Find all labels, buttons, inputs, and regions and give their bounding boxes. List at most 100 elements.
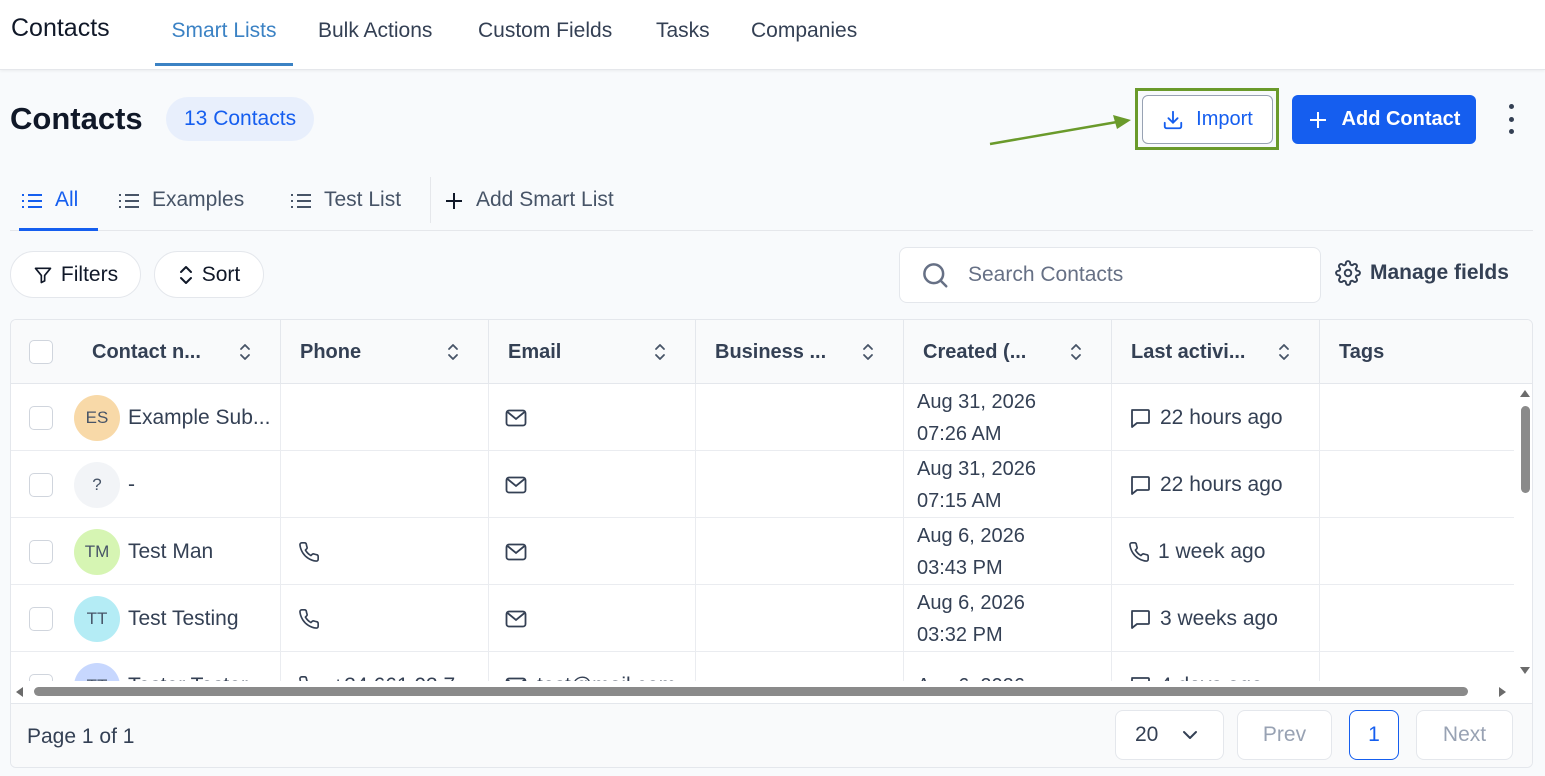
col-last-activity[interactable]: Last activi... (1112, 320, 1320, 384)
per-page-select[interactable]: 20 (1115, 710, 1224, 760)
tab-bulk-actions[interactable]: Bulk Actions (318, 19, 432, 66)
row-checkbox[interactable] (29, 405, 53, 430)
business-cell (696, 451, 904, 518)
next-page-button[interactable]: Next (1416, 710, 1513, 760)
table-row[interactable]: TM Test Man Aug 6, 2026 03:43 PM 1 week ago (11, 518, 1514, 585)
sort-column-button[interactable] (861, 342, 875, 368)
more-options-icon[interactable] (1500, 102, 1522, 136)
business-cell (696, 384, 904, 451)
sort-arrows-icon (448, 344, 458, 360)
phone-icon (299, 541, 319, 562)
chat-icon (1128, 473, 1152, 497)
vertical-scrollbar[interactable] (1516, 388, 1532, 682)
sort-column-button[interactable] (238, 342, 252, 368)
mail-icon[interactable] (505, 610, 527, 628)
sort-column-button[interactable] (446, 342, 460, 368)
contact-name-cell[interactable]: ? - (11, 451, 281, 518)
phone-cell (281, 518, 489, 585)
table-row[interactable]: ? - Aug 31, 2026 07:15 AM 22 hours ago (11, 451, 1514, 518)
table-footer: Page 1 of 1 20 Prev 1 Next (11, 703, 1532, 767)
contact-name[interactable]: - (128, 473, 135, 497)
sort-column-button[interactable] (1069, 342, 1083, 368)
avatar: TM (74, 528, 120, 575)
contact-name[interactable]: Test Man (128, 540, 213, 564)
sort-column-button[interactable] (1277, 342, 1291, 368)
list-tab-label: Examples (152, 188, 245, 211)
filter-icon (34, 267, 52, 283)
search-box[interactable] (899, 247, 1321, 303)
import-button[interactable]: Import (1142, 95, 1273, 144)
chat-icon (1131, 609, 1150, 629)
horizontal-scrollbar[interactable] (11, 681, 1514, 703)
manage-fields-label: Manage fields (1370, 261, 1509, 284)
table-row[interactable]: ES Example Sub... Aug 31, 2026 07:26 AM 22 h… (11, 384, 1514, 451)
select-all-checkbox[interactable] (29, 340, 53, 364)
row-checkbox[interactable] (29, 539, 53, 564)
col-tags[interactable]: Tags (1320, 320, 1532, 384)
list-tab-all[interactable]: All (19, 185, 98, 231)
column-header-label: Tags (1339, 340, 1385, 363)
tags-cell (1320, 518, 1514, 585)
list-tab-label: Test List (324, 188, 402, 211)
column-header-label: Email (508, 340, 562, 363)
filters-button[interactable]: Filters (10, 251, 141, 298)
col-created[interactable]: Created (... (904, 320, 1112, 384)
contact-name[interactable]: Example Sub... (128, 406, 270, 430)
list-icon (291, 194, 311, 208)
smart-list-tabs: All Examples Test List Add Smart List (10, 175, 1533, 231)
add-contact-button[interactable]: Add Contact (1292, 95, 1476, 144)
sort-column-button[interactable] (653, 342, 667, 368)
mail-icon[interactable] (505, 476, 527, 494)
column-header-label: Business ... (715, 340, 827, 363)
chat-icon (1131, 408, 1150, 428)
add-smart-list-button[interactable]: Add Smart List (444, 185, 614, 231)
tab-smart-lists[interactable]: Smart Lists (155, 19, 293, 66)
filters-label: Filters (60, 262, 119, 286)
created-cell: Aug 31, 2026 07:15 AM (904, 451, 1112, 518)
sort-icon (179, 265, 192, 284)
contact-name-cell[interactable]: TM Test Man (11, 518, 281, 585)
email-cell (489, 585, 696, 652)
app-title: Contacts (11, 14, 110, 42)
col-business[interactable]: Business ... (696, 320, 904, 384)
created-cell: Aug 6, 2026 03:43 PM (904, 518, 1112, 585)
contact-name-cell[interactable]: ES Example Sub... (11, 384, 281, 451)
manage-fields-button[interactable]: Manage fields (1335, 260, 1509, 286)
tab-custom-fields[interactable]: Custom Fields (478, 19, 612, 66)
mail-icon[interactable] (505, 543, 527, 561)
table-row[interactable]: TT Test Testing Aug 6, 2026 03:32 PM 3 weeks… (11, 585, 1514, 652)
prev-page-button[interactable]: Prev (1237, 710, 1332, 760)
search-input[interactable] (968, 263, 1298, 287)
column-header-label: Last activi... (1131, 340, 1246, 363)
page-1-button[interactable]: 1 (1349, 710, 1399, 760)
add-smart-list-label: Add Smart List (476, 188, 614, 211)
phone-icon[interactable] (298, 541, 320, 563)
col-phone[interactable]: Phone (281, 320, 489, 384)
avatar: ES (74, 394, 120, 441)
contact-name[interactable]: Test Testing (128, 607, 239, 631)
tags-cell (1320, 384, 1514, 451)
chat-icon (1128, 406, 1152, 430)
annotation-arrow (989, 115, 1131, 146)
row-checkbox[interactable] (29, 606, 53, 631)
created-cell: Aug 31, 2026 07:26 AM (904, 384, 1112, 451)
table-header: Contact n... Phone Email Business ... Create… (11, 320, 1532, 384)
contacts-count-badge: 13 Contacts (166, 97, 315, 141)
sort-button[interactable]: Sort (154, 251, 264, 298)
col-contact-name[interactable]: Contact n... (11, 320, 281, 384)
tab-tasks[interactable]: Tasks (656, 19, 710, 66)
horizontal-scroll-thumb[interactable] (34, 687, 1468, 696)
email-cell (489, 518, 696, 585)
avatar: TT (74, 595, 120, 642)
col-email[interactable]: Email (489, 320, 696, 384)
tab-companies[interactable]: Companies (751, 19, 857, 66)
phone-icon[interactable] (298, 608, 320, 630)
import-label: Import (1196, 108, 1253, 130)
contact-name-cell[interactable]: TT Test Testing (11, 585, 281, 652)
mail-icon[interactable] (505, 409, 527, 427)
row-checkbox[interactable] (29, 472, 53, 497)
mail-icon (505, 543, 527, 560)
sort-label: Sort (201, 262, 241, 286)
list-tab-test-list[interactable]: Test List (290, 185, 401, 231)
list-tab-examples[interactable]: Examples (118, 185, 244, 231)
